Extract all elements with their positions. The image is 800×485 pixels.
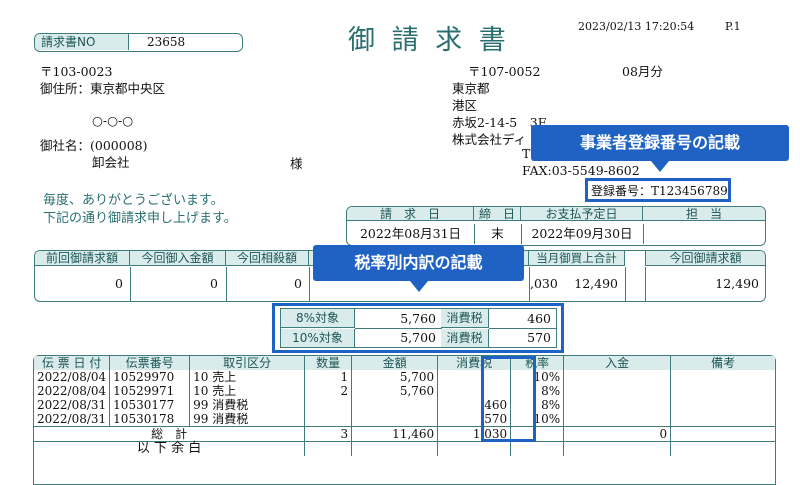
row-slip-no: 10529971 bbox=[109, 384, 191, 398]
invoice-number: 23658 bbox=[147, 35, 186, 49]
total-amount: 11,460 bbox=[351, 426, 439, 442]
registration-callout-arrow bbox=[651, 161, 669, 172]
tax-row-1-tax-label: 消費税 bbox=[441, 309, 489, 328]
row-slip-no: 10529970 bbox=[109, 370, 191, 384]
balance-header-previous: 前回御請求額 bbox=[35, 251, 130, 266]
detail-table: 伝 票 日 付 伝票番号 取引区分 数量 金額 消費税 税率 入金 備考 202… bbox=[34, 356, 775, 456]
detail-header-notes: 備考 bbox=[711, 356, 736, 370]
row-payment bbox=[563, 370, 672, 384]
row-notes bbox=[671, 412, 775, 427]
recipient-company-name: 卸会社 bbox=[92, 155, 130, 170]
tax-row-1-tax: 460 bbox=[489, 309, 556, 329]
row-date: 2022/08/04 bbox=[34, 384, 111, 398]
detail-header-type: 取引区分 bbox=[189, 356, 306, 370]
balance-payment: 0 bbox=[130, 267, 227, 301]
total-payment: 0 bbox=[563, 426, 672, 442]
row-type: 99 消費税 bbox=[189, 398, 306, 412]
row-date: 2022/08/31 bbox=[34, 412, 111, 427]
tax-breakdown-callout: 税率別内訳の記載 bbox=[313, 245, 524, 281]
balance-offset: 0 bbox=[226, 267, 310, 301]
tax-breakdown-callout-arrow bbox=[410, 281, 428, 292]
detail-header-row: 伝 票 日 付 伝票番号 取引区分 数量 金額 消費税 税率 入金 備考 bbox=[34, 356, 775, 370]
total-label: 総 計 bbox=[34, 426, 306, 442]
row-payment bbox=[563, 384, 672, 398]
row-type: 10 売上 bbox=[189, 384, 306, 398]
registration-number: 登録番号：T123456789 bbox=[591, 184, 728, 198]
row-qty: 2 bbox=[304, 384, 353, 398]
registration-callout: 事業者登録番号の記載 bbox=[531, 125, 789, 161]
balance-monthly-total: 12,490 bbox=[549, 267, 626, 301]
row-amount bbox=[351, 412, 439, 427]
tax-row-2-tax-label: 消費税 bbox=[441, 329, 489, 347]
table-row: 2022/08/04 10529971 10 売上 2 5,760 8% bbox=[34, 384, 775, 398]
remainder-row: 以 下 余 白 bbox=[34, 441, 775, 456]
detail-header-date: 伝 票 日 付 bbox=[34, 356, 111, 370]
detail-header-qty: 数量 bbox=[304, 356, 353, 370]
table-row: 2022/08/04 10529970 10 売上 1 5,700 10% bbox=[34, 370, 775, 384]
summary-header-due-date: お支払予定日 bbox=[521, 207, 643, 221]
balance-header-payment: 今回御入金額 bbox=[130, 251, 226, 266]
balance-header-offset: 今回相殺額 bbox=[226, 251, 309, 266]
balance-previous: 0 bbox=[35, 267, 131, 301]
row-payment bbox=[563, 398, 672, 412]
row-qty: 1 bbox=[304, 370, 353, 384]
tax-rate-highlight bbox=[481, 356, 536, 442]
row-slip-no: 10530178 bbox=[109, 412, 191, 427]
total-row: 総 計 3 11,460 1,030 0 bbox=[34, 426, 775, 442]
greeting-line-2: 下記の通り御請求申し上げます。 bbox=[43, 211, 237, 226]
row-payment bbox=[563, 412, 672, 427]
summary-billing-date: 2022年08月31日 bbox=[347, 224, 475, 244]
balance-header-current-billing: 今回御請求額 bbox=[645, 251, 765, 266]
row-notes bbox=[671, 370, 775, 384]
table-row: 2022/08/31 10530178 99 消費税 570 10% bbox=[34, 412, 775, 427]
summary-header-closing: 締 日 bbox=[474, 207, 521, 221]
invoice-number-label: 請求書NO bbox=[35, 34, 129, 50]
row-slip-no: 10530177 bbox=[109, 398, 191, 412]
row-type: 99 消費税 bbox=[189, 412, 306, 427]
summary-closing: 末 bbox=[474, 224, 522, 244]
summary-due-date: 2022年09月30日 bbox=[521, 224, 644, 244]
tax-row-2-amount: 5,700 bbox=[355, 329, 442, 347]
row-amount: 5,760 bbox=[351, 384, 439, 398]
total-qty: 3 bbox=[304, 426, 353, 442]
balance-current-billing: 12,490 bbox=[645, 267, 765, 301]
print-datetime: 2023/02/13 17:20:54 bbox=[578, 20, 695, 33]
tax-row-1-label: 8%対象 bbox=[281, 309, 355, 328]
row-date: 2022/08/04 bbox=[34, 370, 111, 384]
recipient-honorific: 様 bbox=[290, 156, 303, 171]
detail-header-payment: 入金 bbox=[563, 356, 672, 370]
invoice-number-box: 請求書NO 23658 bbox=[34, 33, 243, 52]
total-notes bbox=[671, 427, 775, 442]
greeting-line-1: 毎度、ありがとうございます。 bbox=[43, 193, 224, 208]
row-notes bbox=[671, 398, 775, 412]
tax-row-2-tax: 570 bbox=[527, 330, 551, 345]
summary-header-billing-date: 請 求 日 bbox=[347, 207, 474, 221]
recipient-address: 御住所：東京都中央区 bbox=[40, 81, 166, 96]
sender-fax: FAX:03-5549-8602 bbox=[522, 163, 640, 178]
tax-breakdown-table: 8%対象 5,760 消費税 460 10%対象 5,700 消費税 570 bbox=[280, 308, 557, 348]
detail-header-slip-no: 伝票番号 bbox=[109, 356, 191, 370]
tax-row-1-amount: 5,760 bbox=[355, 309, 442, 329]
row-amount bbox=[351, 398, 439, 412]
recipient-address-2: ○-○-○ bbox=[92, 113, 134, 128]
table-row: 2022/08/31 10530177 99 消費税 460 8% bbox=[34, 398, 775, 412]
summary-header-staff: 担 当 bbox=[643, 207, 765, 221]
row-notes bbox=[671, 384, 775, 398]
balance-tax: ,030 bbox=[529, 267, 558, 301]
balance-header-monthly-total: 当月御買上合計 bbox=[529, 251, 625, 266]
detail-header-amount: 金額 bbox=[351, 356, 439, 370]
page-number: P.1 bbox=[725, 20, 741, 33]
row-type: 10 売上 bbox=[189, 370, 306, 384]
summary-table: 請 求 日 締 日 お支払予定日 担 当 2022年08月31日 末 2022年… bbox=[346, 206, 766, 246]
row-amount: 5,700 bbox=[351, 370, 439, 384]
row-qty bbox=[304, 412, 353, 427]
sender-line-4: 株式会社ディ bbox=[452, 132, 527, 147]
sender-line-5: T bbox=[522, 146, 531, 161]
tax-row-2-label: 10%対象 bbox=[281, 329, 355, 347]
remainder-label: 以 下 余 白 bbox=[34, 441, 306, 456]
row-qty bbox=[304, 398, 353, 412]
billing-month: 08月分 bbox=[622, 64, 663, 79]
row-date: 2022/08/31 bbox=[34, 398, 111, 412]
invoice-title: 御 請 求 書 bbox=[348, 25, 510, 56]
